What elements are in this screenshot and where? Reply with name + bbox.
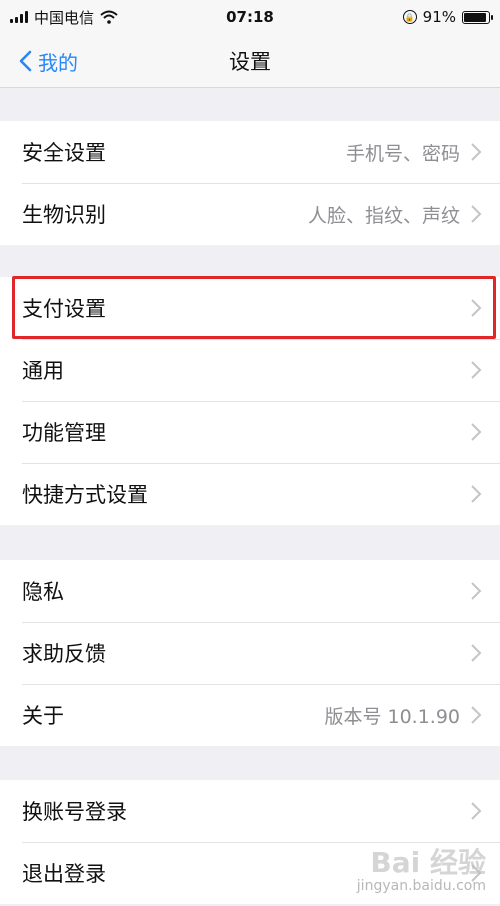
chevron-right-icon <box>471 143 482 161</box>
battery-percent: 91% <box>422 8 456 26</box>
battery-fill <box>464 12 486 22</box>
chevron-right-icon <box>471 299 482 317</box>
row-label: 关于 <box>22 704 64 728</box>
chevron-right-icon <box>471 582 482 600</box>
row-label: 隐私 <box>22 580 64 604</box>
row-about[interactable]: 关于 版本号 10.1.90 <box>0 684 500 746</box>
chevron-right-icon <box>471 423 482 441</box>
row-detail: 手机号、密码 <box>345 142 460 165</box>
row-privacy[interactable]: 隐私 <box>0 560 500 622</box>
chevron-right-icon <box>471 205 482 223</box>
row-biometrics[interactable]: 生物识别 人脸、指纹、声纹 <box>0 183 500 245</box>
chevron-left-icon <box>19 50 32 72</box>
row-payment-settings[interactable]: 支付设置 <box>0 277 500 339</box>
chevron-right-icon <box>471 706 482 724</box>
settings-group-about: 隐私 求助反馈 关于 版本号 10.1.90 <box>0 560 500 746</box>
row-label: 生物识别 <box>22 203 106 227</box>
row-detail: 人脸、指纹、声纹 <box>307 204 460 227</box>
row-feature-management[interactable]: 功能管理 <box>0 401 500 463</box>
watermark-logo: Bai 经验 <box>370 845 486 879</box>
chevron-right-icon <box>471 361 482 379</box>
row-detail: 版本号 10.1.90 <box>324 705 460 728</box>
row-shortcut-settings[interactable]: 快捷方式设置 <box>0 463 500 525</box>
row-general[interactable]: 通用 <box>0 339 500 401</box>
row-switch-account[interactable]: 换账号登录 <box>0 780 500 842</box>
wifi-icon <box>100 10 118 24</box>
row-security-settings[interactable]: 安全设置 手机号、密码 <box>0 121 500 183</box>
row-label: 支付设置 <box>22 297 106 321</box>
settings-group-general: 支付设置 通用 功能管理 快捷方式设置 <box>0 277 500 525</box>
row-label: 求助反馈 <box>22 642 106 666</box>
status-right: 🔒 91% <box>402 8 493 26</box>
row-label: 功能管理 <box>22 421 106 445</box>
rotation-lock-icon: 🔒 <box>402 10 417 24</box>
watermark: Bai 经验 jingyan.baidu.com <box>356 845 486 894</box>
row-label: 换账号登录 <box>22 800 127 824</box>
chevron-right-icon <box>471 802 482 820</box>
signal-icon <box>10 11 28 23</box>
row-label: 快捷方式设置 <box>22 483 148 507</box>
back-button[interactable]: 我的 <box>16 34 78 88</box>
page-title: 设置 <box>229 49 271 74</box>
back-label: 我的 <box>38 50 78 75</box>
row-label: 安全设置 <box>22 141 106 165</box>
status-left: 中国电信 <box>10 7 403 28</box>
settings-group-account: 安全设置 手机号、密码 生物识别 人脸、指纹、声纹 <box>0 121 500 245</box>
row-help-feedback[interactable]: 求助反馈 <box>0 622 500 684</box>
chevron-right-icon <box>471 644 482 662</box>
row-label: 通用 <box>22 359 64 383</box>
status-bar: 中国电信 07:18 🔒 91% <box>0 0 500 34</box>
nav-bar: 我的 设置 <box>0 34 500 88</box>
battery-icon <box>462 10 493 24</box>
watermark-url: jingyan.baidu.com <box>356 877 486 894</box>
chevron-right-icon <box>471 485 482 503</box>
carrier-label: 中国电信 <box>34 8 95 27</box>
